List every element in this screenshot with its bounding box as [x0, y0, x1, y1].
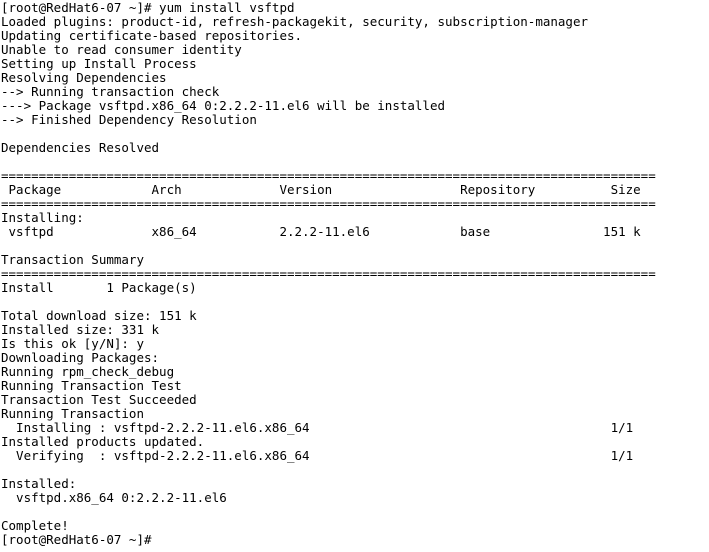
terminal-line: Install 1 Package(s) — [1, 280, 197, 295]
terminal-line: Transaction Summary — [1, 252, 144, 267]
terminal-line: ========================================… — [1, 196, 656, 211]
terminal-line: Dependencies Resolved — [1, 140, 160, 155]
terminal-line: ========================================… — [1, 168, 656, 183]
terminal-line: Installing : vsftpd-2.2.2-11.el6.x86_64 … — [1, 420, 641, 435]
terminal-line: --> Running transaction check — [1, 84, 220, 99]
terminal-line: [root@RedHat6-07 ~]# yum install vsftpd — [1, 0, 295, 15]
terminal-line: vsftpd x86_64 2.2.2-11.el6 base 151 k — [1, 224, 641, 239]
terminal-line: --> Finished Dependency Resolution — [1, 112, 257, 127]
terminal-line: Downloading Packages: — [1, 350, 160, 365]
terminal-line: Running Transaction Test — [1, 378, 182, 393]
terminal-line: Installing: — [1, 210, 84, 225]
terminal-line: Verifying : vsftpd-2.2.2-11.el6.x86_64 1… — [1, 448, 641, 463]
terminal-line: Is this ok [y/N]: y — [1, 336, 144, 351]
terminal-line: Resolving Dependencies — [1, 70, 167, 85]
terminal-line: Updating certificate-based repositories. — [1, 28, 303, 43]
terminal-output-console[interactable]: [root@RedHat6-07 ~]# yum install vsftpd L… — [0, 0, 709, 552]
terminal-line: Setting up Install Process — [1, 56, 197, 71]
terminal-line: Total download size: 151 k — [1, 308, 197, 323]
terminal-line: Loaded plugins: product-id, refresh-pack… — [1, 14, 588, 29]
terminal-line: Unable to read consumer identity — [1, 42, 242, 57]
terminal-line: Transaction Test Succeeded — [1, 392, 197, 407]
terminal-line: Complete! — [1, 518, 69, 533]
terminal-line: ========================================… — [1, 266, 656, 281]
terminal-line: Running rpm_check_debug — [1, 364, 175, 379]
terminal-line: Package Arch Version Repository Size — [1, 182, 641, 197]
terminal-line: Running Transaction — [1, 406, 144, 421]
terminal-line: ---> Package vsftpd.x86_64 0:2.2.2-11.el… — [1, 98, 446, 113]
terminal-line: vsftpd.x86_64 0:2.2.2-11.el6 — [1, 490, 227, 505]
terminal-line: Installed: — [1, 476, 77, 491]
terminal-line: [root@RedHat6-07 ~]# — [1, 532, 152, 547]
terminal-line: Installed size: 331 k — [1, 322, 160, 337]
terminal-line: Installed products updated. — [1, 434, 205, 449]
